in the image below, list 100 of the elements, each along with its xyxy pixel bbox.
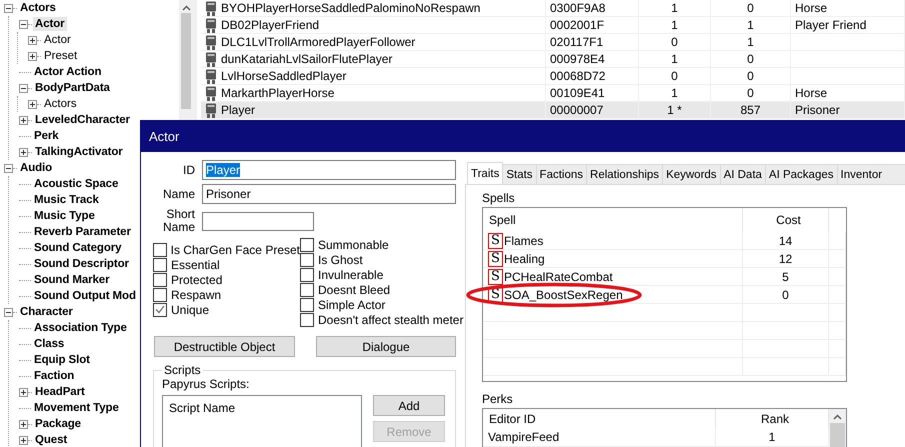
list-row[interactable]: BYOHPlayerHorseSaddledPalominoNoRespawn 0300F9A8 1 0 Horse xyxy=(201,0,905,17)
text-field[interactable]: Player xyxy=(202,160,456,180)
table-cell: 0 xyxy=(639,68,711,84)
expand-icon[interactable] xyxy=(19,436,28,444)
checkbox[interactable] xyxy=(153,258,167,272)
text-field[interactable] xyxy=(202,212,314,230)
table-cell: Horse xyxy=(791,85,905,101)
table-cell: 1 xyxy=(639,0,711,16)
dialog-button[interactable]: Dialogue xyxy=(316,336,456,357)
tree-item[interactable]: Quest xyxy=(33,433,70,447)
checkbox[interactable] xyxy=(153,302,167,316)
checkbox[interactable] xyxy=(300,298,314,312)
list-row[interactable]: DB02PlayerFriend 0002001F 1 1 Player Friend xyxy=(201,17,905,34)
expand-icon[interactable] xyxy=(19,388,28,396)
tree-item[interactable]: Actor xyxy=(33,17,67,31)
checkbox[interactable] xyxy=(153,242,167,256)
column-header[interactable]: Cost xyxy=(743,208,829,232)
tree-item[interactable]: Preset xyxy=(42,49,80,63)
checkbox[interactable] xyxy=(153,272,167,286)
tree-item[interactable]: HeadPart xyxy=(33,385,87,399)
checkbox[interactable] xyxy=(153,288,167,302)
tree-item[interactable]: Perk xyxy=(32,129,61,143)
checkbox-label: Doesnt Bleed xyxy=(318,282,390,296)
tab[interactable]: Inventor xyxy=(836,164,905,184)
tree-item[interactable]: Music Track xyxy=(32,193,101,207)
expand-icon[interactable] xyxy=(19,420,28,428)
checkbox-label: Respawn xyxy=(171,288,222,302)
collapse-icon[interactable] xyxy=(4,4,13,12)
table-cell: S Flames xyxy=(483,232,743,249)
collapse-icon[interactable] xyxy=(4,308,13,316)
list-row[interactable]: MarkarthPlayerHorse 00109E41 1 0 Horse xyxy=(201,85,905,102)
table-cell: S PCHealRateCombat xyxy=(483,268,743,285)
tree-item[interactable]: Reverb Parameter xyxy=(32,225,133,239)
tree-item[interactable]: Actor xyxy=(42,33,73,47)
field-label: Short Name xyxy=(162,208,195,234)
spell-glyph: S xyxy=(488,232,503,248)
figure-icon xyxy=(205,34,217,50)
tree-item[interactable]: Package xyxy=(33,417,83,431)
tree-item[interactable]: TalkingActivator xyxy=(33,145,125,159)
tab[interactable]: Factions xyxy=(536,164,588,184)
expand-icon[interactable] xyxy=(28,52,37,60)
table-cell: 020117F1 xyxy=(546,34,639,50)
list-row[interactable]: DLC1LvlTrollArmoredPlayerFollower 020117F1 0 1 xyxy=(201,34,905,51)
tree-item[interactable]: Class xyxy=(32,337,66,351)
tree-item[interactable]: LeveledCharacter xyxy=(33,113,132,127)
tab[interactable]: AI Data xyxy=(720,164,766,184)
scrollbar-thumb[interactable] xyxy=(181,13,191,109)
add-button[interactable]: Add xyxy=(373,395,445,416)
checkbox-label: Summonable xyxy=(318,238,389,252)
table-cell: 14 xyxy=(743,232,829,249)
checkbox[interactable] xyxy=(300,312,314,326)
expand-icon[interactable] xyxy=(19,148,28,156)
tree-item[interactable]: Audio xyxy=(18,161,54,175)
table-cell: LvlHorseSaddledPlayer xyxy=(201,68,546,84)
expand-icon[interactable] xyxy=(28,36,37,44)
tree-item[interactable]: Acoustic Space xyxy=(32,177,120,191)
checkbox[interactable] xyxy=(300,282,314,296)
checkbox-label: Protected xyxy=(171,272,222,286)
checkbox[interactable] xyxy=(300,238,314,252)
list-row[interactable]: dunKatariahLvlSailorFlutePlayer 000978E4 1 0 xyxy=(201,51,905,68)
tree-item[interactable]: Association Type xyxy=(32,321,129,335)
tree-item[interactable]: Music Type xyxy=(32,209,97,223)
collapse-icon[interactable] xyxy=(4,164,13,172)
tree-item[interactable]: Faction xyxy=(32,369,76,383)
tree-item[interactable]: Actor Action xyxy=(32,65,104,79)
column-header[interactable]: Spell xyxy=(483,208,743,232)
figure-icon xyxy=(205,102,217,118)
table-cell: 00109E41 xyxy=(546,85,639,101)
list-row[interactable]: Player 00000007 1 * 857 Prisoner xyxy=(201,102,905,119)
tree-item[interactable]: Sound Marker xyxy=(32,273,112,287)
tree-item[interactable]: BodyPartData xyxy=(33,81,112,95)
checkbox[interactable] xyxy=(300,252,314,266)
column-header: Script Name xyxy=(169,401,236,415)
dialog-button[interactable]: Destructible Object xyxy=(154,336,295,357)
column-header[interactable]: Editor ID xyxy=(483,409,716,428)
tab[interactable]: Traits xyxy=(467,162,504,184)
expand-icon[interactable] xyxy=(19,116,28,124)
checkbox[interactable] xyxy=(300,268,314,282)
tree-item[interactable]: Movement Type xyxy=(32,401,121,415)
tree-item[interactable]: Equip Slot xyxy=(32,353,92,367)
tab[interactable]: Relationships xyxy=(586,164,664,184)
table-cell: 0 xyxy=(639,34,711,50)
tab[interactable]: Stats xyxy=(502,164,537,184)
table-cell: BYOHPlayerHorseSaddledPalominoNoRespawn xyxy=(201,0,546,16)
tree-item[interactable]: Actors xyxy=(18,1,58,15)
list-row[interactable]: LvlHorseSaddledPlayer 00068D72 0 0 xyxy=(201,68,905,85)
table-cell: 12 xyxy=(743,250,829,267)
expand-icon[interactable] xyxy=(28,100,37,108)
collapse-icon[interactable] xyxy=(19,84,28,92)
checkbox-label: Simple Actor xyxy=(318,298,386,312)
script-list[interactable]: Script Name xyxy=(162,395,362,447)
tree-item[interactable]: Actors xyxy=(42,97,79,111)
collapse-icon[interactable] xyxy=(19,20,28,28)
tree-item[interactable]: Sound Output Mod xyxy=(32,289,138,303)
tree-item[interactable]: Sound Category xyxy=(32,241,124,255)
tree-item[interactable]: Sound Descriptor xyxy=(32,257,131,271)
tab[interactable]: AI Packages xyxy=(764,164,838,184)
tree-item[interactable]: Character xyxy=(18,305,75,319)
text-field[interactable]: Prisoner xyxy=(202,184,456,204)
tab[interactable]: Keywords xyxy=(662,164,721,184)
